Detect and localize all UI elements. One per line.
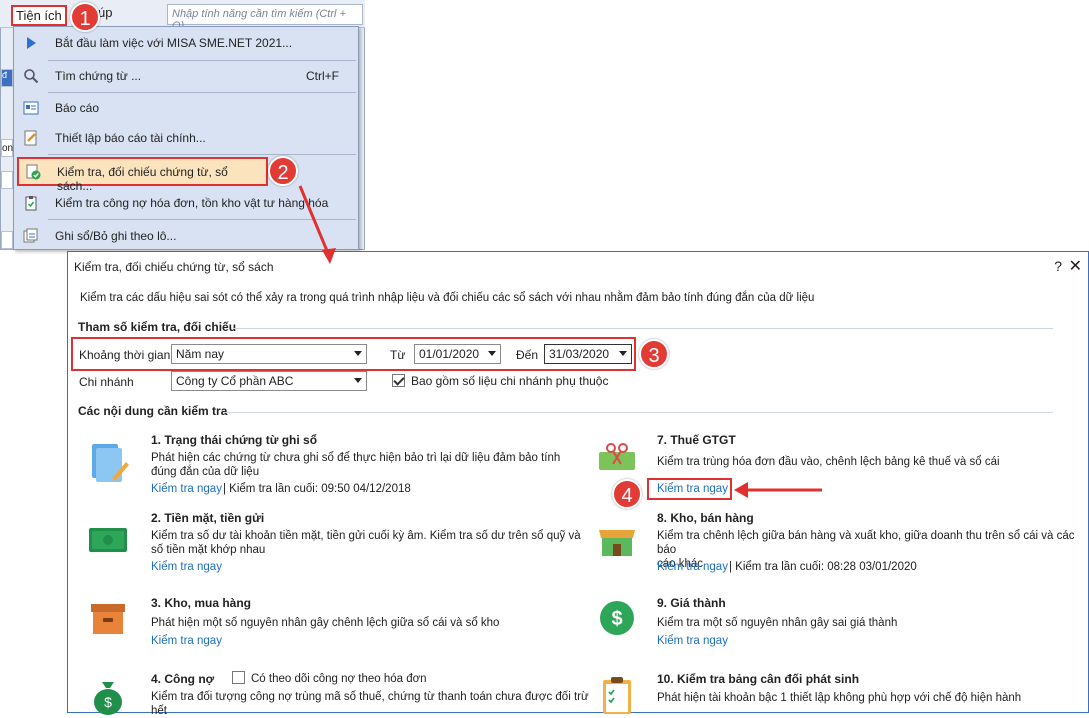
arrow-2-to-dialog bbox=[298, 185, 332, 259]
step-badge-3: 3 bbox=[639, 339, 669, 369]
arrow-4-head bbox=[734, 482, 748, 498]
step-badge-1: 1 bbox=[70, 2, 100, 32]
annotation-arrows bbox=[298, 185, 822, 498]
arrow-2-head bbox=[322, 248, 336, 264]
step-badge-4: 4 bbox=[612, 479, 642, 509]
step-badge-2: 2 bbox=[268, 156, 298, 186]
